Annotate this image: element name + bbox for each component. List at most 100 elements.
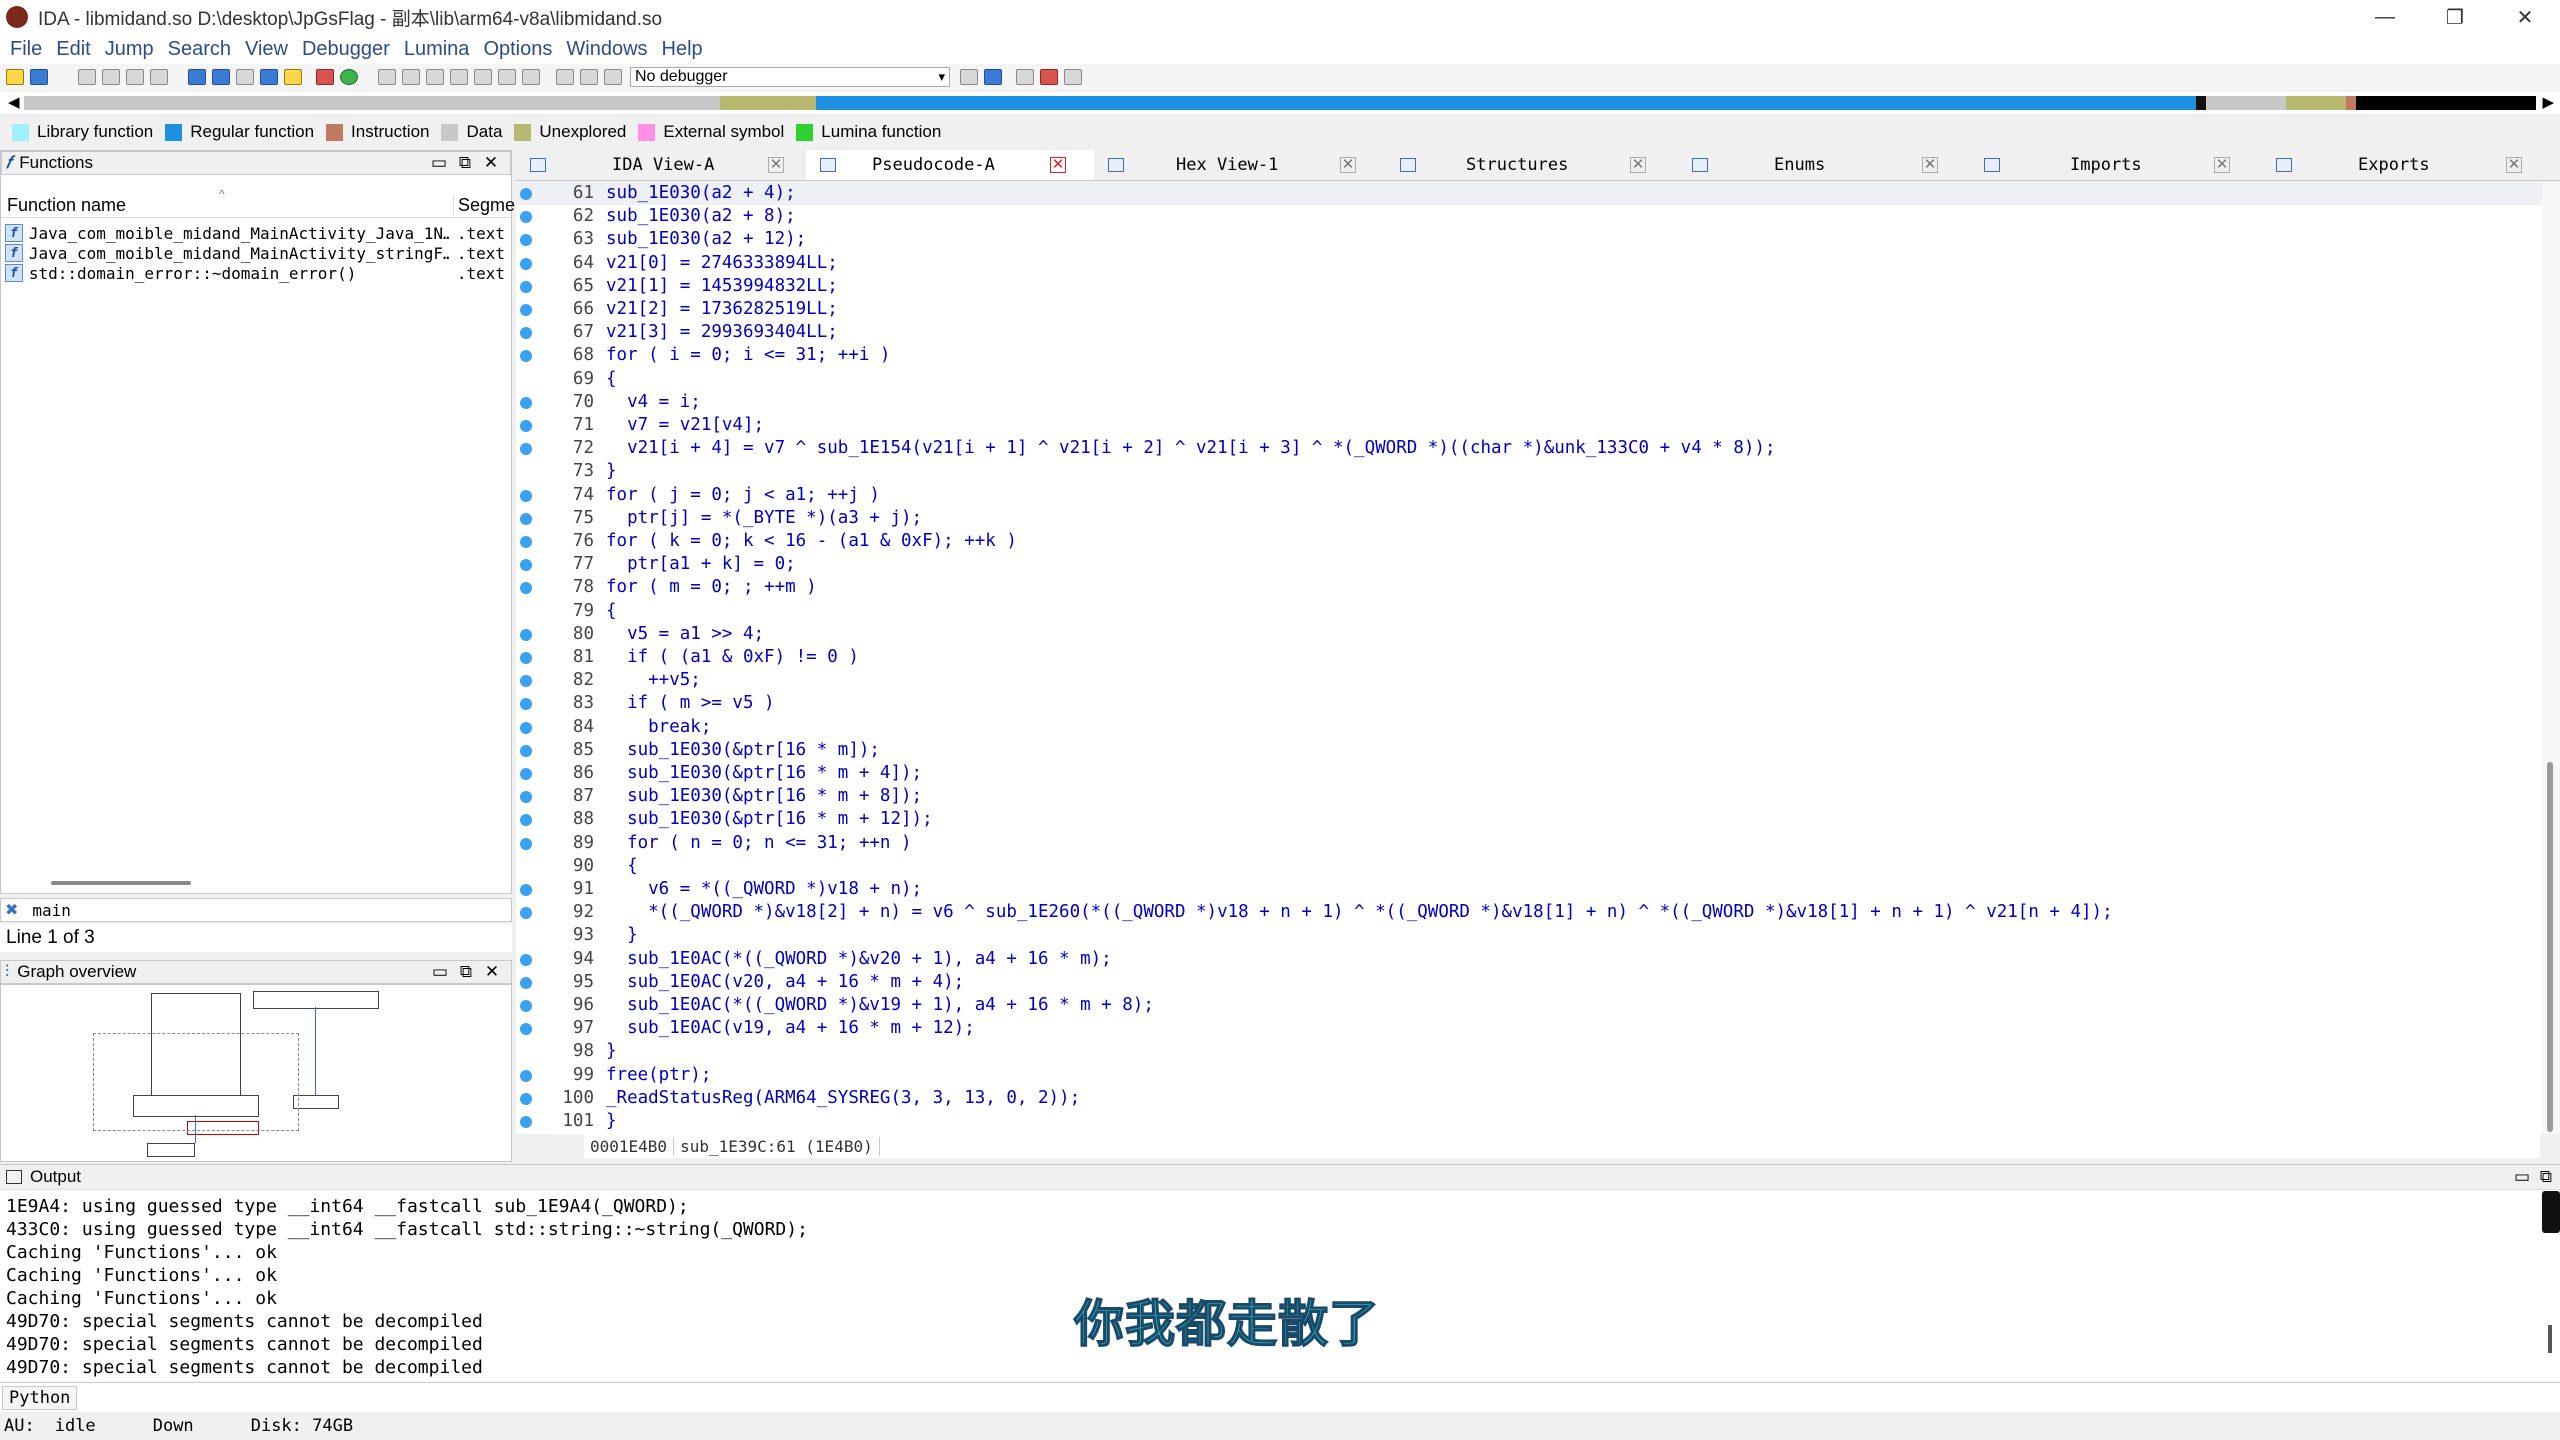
code-line[interactable]: 91 v6 = *((_QWORD *)v18 + n); <box>516 878 2542 901</box>
tab-enums[interactable]: Enums ✕ <box>1678 150 1970 180</box>
horizontal-scrollbar[interactable] <box>51 881 191 885</box>
nav-segment-instruction[interactable] <box>2346 96 2356 110</box>
nav-left-arrow-icon[interactable]: ◀ <box>8 93 20 111</box>
breakpoint-dot-icon[interactable] <box>520 350 532 363</box>
back-arrow-icon[interactable] <box>188 69 206 85</box>
breakpoint-dot-icon[interactable] <box>520 907 532 920</box>
code-line[interactable]: 76 for ( k = 0; k < 16 - (a1 & 0xF); ++k … <box>516 530 2542 553</box>
code-line[interactable]: 94 sub_1E0AC(*((_QWORD *)&v20 + 1), a4 +… <box>516 948 2542 971</box>
breakpoint-dot-icon[interactable] <box>520 814 532 827</box>
function-row[interactable]: f Java_com_moible_midand_MainActivity_st… <box>5 243 505 263</box>
tab-pseudocode-a[interactable]: Pseudocode-A ✕ <box>806 150 1094 180</box>
nav-segment-unexplored[interactable] <box>720 96 816 110</box>
code-line[interactable]: 75 ptr[j] = *(_BYTE *)(a3 + j); <box>516 507 2542 530</box>
nav-segment-code[interactable] <box>816 96 2196 110</box>
tab-close-icon[interactable]: ✕ <box>1922 157 1938 173</box>
breakpoint-dot-icon[interactable] <box>520 1116 532 1128</box>
trace-clear-icon[interactable] <box>1064 69 1082 85</box>
breakpoint-dot-icon[interactable] <box>520 559 532 572</box>
breakpoint-dot-icon[interactable] <box>520 884 532 896</box>
code-line[interactable]: 89 for ( n = 0; n <= 31; ++n ) <box>516 832 2542 855</box>
trace-add-icon[interactable] <box>1040 69 1058 85</box>
scrollbar-thumb[interactable] <box>2547 762 2553 1132</box>
navigation-band[interactable]: ◀ ▶ <box>0 92 2560 114</box>
function-row[interactable]: f Java_com_moible_midand_MainActivity_Ja… <box>5 223 505 243</box>
attach-icon[interactable] <box>960 69 978 85</box>
code-line[interactable]: 83 if ( m >= v5 ) <box>516 692 2542 715</box>
breakpoint-dot-icon[interactable] <box>520 628 532 641</box>
panel-float-icon[interactable]: ⧉ <box>452 153 478 173</box>
breakpoint-dot-icon[interactable] <box>520 768 532 780</box>
menu-lumina[interactable]: Lumina <box>404 38 470 61</box>
text-search-icon[interactable] <box>284 69 302 85</box>
code-line[interactable]: 73} <box>516 460 2542 483</box>
breakpoint-dot-icon[interactable] <box>520 443 532 456</box>
filter-bar[interactable]: ✖ main <box>0 898 512 922</box>
menu-help[interactable]: Help <box>662 38 703 61</box>
code-line[interactable]: 65 v21[1] = 1453994832LL; <box>516 275 2542 298</box>
panel-close-icon[interactable]: ✕ <box>479 962 505 982</box>
breakpoint-dot-icon[interactable] <box>520 280 532 293</box>
code-line[interactable]: 70 v4 = i; <box>516 391 2542 414</box>
breakpoint-dot-icon[interactable] <box>520 211 532 224</box>
download-arrow-icon[interactable] <box>260 69 278 85</box>
python-input-bar[interactable]: Python <box>0 1382 2560 1413</box>
code-line[interactable]: 72 v21[i + 4] = v7 ^ sub_1E154(v21[i + 1… <box>516 437 2542 460</box>
tab-structures[interactable]: Structures ✕ <box>1386 150 1678 180</box>
cross-icon[interactable] <box>522 69 540 85</box>
clear-filter-icon[interactable]: ✖ <box>5 900 18 920</box>
code-line[interactable]: 95 sub_1E0AC(v20, a4 + 16 * m + 4); <box>516 971 2542 994</box>
refresh-icon[interactable] <box>984 69 1002 85</box>
tab-close-icon[interactable]: ✕ <box>2506 157 2522 173</box>
breakpoint-dot-icon[interactable] <box>520 675 532 688</box>
tab-close-icon[interactable]: ✕ <box>768 157 784 173</box>
xref-icon[interactable] <box>450 69 468 85</box>
column-segment[interactable]: Segme <box>453 195 515 216</box>
code-line[interactable]: 66 v21[2] = 1736282519LL; <box>516 298 2542 321</box>
code-line[interactable]: 101} <box>516 1110 2542 1133</box>
nav-segment-data-2[interactable] <box>2206 96 2286 110</box>
code-line[interactable]: 93 } <box>516 924 2542 947</box>
find-icon[interactable] <box>236 69 254 85</box>
menu-search[interactable]: Search <box>168 38 231 61</box>
image-icon[interactable] <box>498 69 516 85</box>
code-line[interactable]: 97 sub_1E0AC(v19, a4 + 16 * m + 12); <box>516 1017 2542 1040</box>
nav-segment-data[interactable] <box>24 96 720 110</box>
play-icon[interactable] <box>556 69 574 85</box>
code-line[interactable]: 69 { <box>516 368 2542 391</box>
breakpoint-dot-icon[interactable] <box>520 1023 532 1036</box>
output-scrollbar[interactable] <box>2548 1325 2552 1353</box>
breakpoint-dot-icon[interactable] <box>520 304 532 316</box>
graph-viewport[interactable] <box>93 1033 299 1131</box>
code-line[interactable]: 90 { <box>516 855 2542 878</box>
run-icon[interactable] <box>340 69 358 85</box>
breakpoint-dot-icon[interactable] <box>520 327 532 340</box>
tab-imports[interactable]: Imports ✕ <box>1970 150 2262 180</box>
code-scrollbar[interactable] <box>2542 182 2560 1134</box>
open-file-icon[interactable] <box>6 69 24 85</box>
code-line[interactable]: 92 *((_QWORD *)&v18[2] + n) = v6 ^ sub_1… <box>516 901 2542 924</box>
code-line[interactable]: 64 v21[0] = 2746333894LL; <box>516 252 2542 275</box>
breakpoint-dot-icon[interactable] <box>520 837 532 850</box>
code-line[interactable]: 88 sub_1E030(&ptr[16 * m + 12]); <box>516 808 2542 831</box>
chart-icon[interactable] <box>402 69 420 85</box>
code-line[interactable]: 67 v21[3] = 2993693404LL; <box>516 321 2542 344</box>
tab-exports[interactable]: Exports ✕ <box>2262 150 2554 180</box>
code-line[interactable]: 99 free(ptr); <box>516 1064 2542 1087</box>
code-line[interactable]: 79 { <box>516 600 2542 623</box>
code-line[interactable]: 86 sub_1E030(&ptr[16 * m + 4]); <box>516 762 2542 785</box>
code-line[interactable]: 98} <box>516 1040 2542 1063</box>
panel-restore-icon[interactable]: ▭ <box>2514 1167 2530 1187</box>
paste-icon[interactable] <box>102 69 120 85</box>
breakpoint-dot-icon[interactable] <box>520 953 532 966</box>
tab-close-icon[interactable]: ✕ <box>2214 157 2230 173</box>
code-line[interactable]: 74 for ( j = 0; j < a1; ++j ) <box>516 484 2542 507</box>
code-line[interactable]: 87 sub_1E030(&ptr[16 * m + 8]); <box>516 785 2542 808</box>
trace-icon[interactable] <box>1016 69 1034 85</box>
breakpoint-dot-icon[interactable] <box>520 512 532 525</box>
menu-options[interactable]: Options <box>483 38 552 61</box>
function-row[interactable]: f std::domain_error::~domain_error() .te… <box>5 263 505 283</box>
code-line[interactable]: 85 sub_1E030(&ptr[16 * m]); <box>516 739 2542 762</box>
panel-float-icon[interactable]: ⧉ <box>453 962 479 982</box>
python-button[interactable]: Python <box>2 1386 78 1410</box>
